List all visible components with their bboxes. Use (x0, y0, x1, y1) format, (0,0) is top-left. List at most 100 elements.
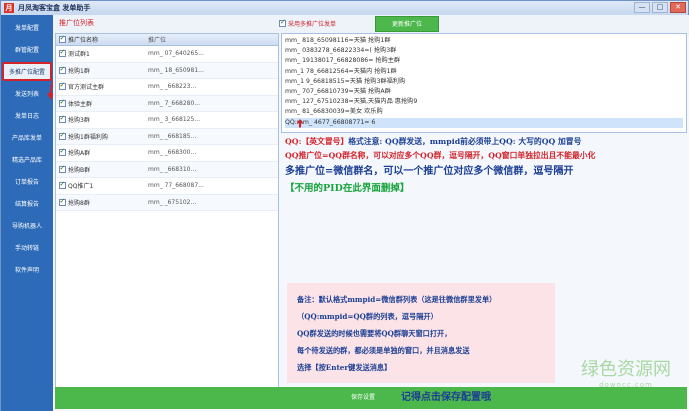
row-name: 抢购1群福利购 (68, 133, 108, 141)
title-bar: 月 月凤淘客宝盒 发单助手 — □ ✕ (1, 1, 688, 15)
remark-line: 备注：默认格式mmpid=微信群列表（这是往微信群里发单） (297, 295, 497, 304)
mapping-line: mm_ 0383278_66822334=( 抢购3群 (285, 47, 397, 55)
row-checkbox[interactable] (58, 98, 66, 107)
mapping-line: mm_ 127_67510238=天猫,天猫内品 惠抢购9 (285, 98, 418, 106)
row-checkbox[interactable] (58, 81, 66, 91)
sidebar-item-product-send[interactable]: 产品库发单 (1, 128, 53, 147)
instruction-delete-unused: 【不用的PID在此界面删掉】 (285, 183, 410, 194)
watermark: 绿色资源网 downcc.com (566, 359, 686, 389)
row-checkbox[interactable] (58, 180, 66, 190)
row-name: 体验主群 (68, 100, 93, 108)
remark-line: （QQ:mmpid=QQ群的列表，逗号隔开） (297, 312, 438, 321)
row-pid: mm_ _668223... (148, 83, 197, 91)
instruction-qq-rest: 格式注意: QQ群发送，mmpid前必须带上QQ: 大写的QQ 加冒号 (348, 137, 582, 146)
multi-pid-checkbox-group[interactable]: 采用多推广位发单 (279, 18, 337, 28)
column-header-pid[interactable]: 推广位 (148, 35, 276, 44)
minimize-button[interactable]: — (634, 2, 650, 13)
instructions-block: QQ:【英文冒号】格式注意: QQ群发送，mmpid前必须带上QQ: 大写的QQ… (285, 135, 687, 197)
row-checkbox[interactable] (58, 114, 66, 124)
sidebar-item-send-list[interactable]: 发送列表 (1, 84, 53, 103)
app-window: 月 月凤淘客宝盒 发单助手 — □ ✕ 发单配置 群管配置 多推广位配置 发送列… (0, 0, 689, 411)
sidebar-item-settlement-report[interactable]: 结算报告 (1, 194, 53, 213)
instruction-qq-prefix: QQ:【英文冒号】 (285, 137, 349, 146)
instruction-multi-pid: 多推广位=微信群名，可以一个推广位对应多个微信群，逗号隔开 (285, 166, 574, 177)
mapping-line: mm_ 818_65098116=天猫 抢购1群 (285, 37, 391, 44)
select-all-checkbox[interactable] (58, 34, 66, 43)
instruction-qq-pid: QQ推广位=QQ群名称，可以对应多个QQ群，逗号隔开，QQ窗口单独拉出且不能最小… (285, 151, 596, 160)
table-row[interactable]: 抢购B群 mm_ _668310... (56, 161, 278, 178)
mapping-line: mm_ 19138017_66828086= 抢购主群 (285, 57, 401, 65)
row-checkbox[interactable] (58, 48, 66, 58)
sidebar-item-order-report[interactable]: 订单报告 (1, 172, 53, 191)
row-checkbox[interactable] (58, 147, 66, 157)
row-name: QQ推广1 (68, 183, 94, 191)
window-title: 月凤淘客宝盒 发单助手 (18, 4, 91, 12)
sidebar-item-send-config[interactable]: 发单配置 (1, 18, 53, 37)
remark-line: 每个待发送的群，都必须是单独的窗口，并且消息发送 (297, 346, 470, 355)
sidebar: 发单配置 群管配置 多推广位配置 发送列表 发单日志 产品库发单 精选产品库 订… (1, 15, 53, 411)
table-row[interactable]: 抢购1群 mm_ 18_650981... (56, 62, 278, 79)
window-controls: — □ ✕ (634, 2, 686, 13)
sidebar-item-manual-convert[interactable]: 手动转链 (1, 238, 53, 257)
mapping-line: mm_ 81_66830039=美女 欢乐购 (285, 108, 383, 116)
mapping-line: QQ:mm_ 4677_66808771= 6 (285, 117, 683, 128)
watermark-en: downcc.com (599, 381, 653, 389)
row-pid: mm_ _668185... (148, 132, 197, 140)
red-up-arrow-icon (296, 119, 304, 128)
multi-pid-checkbox[interactable] (279, 18, 286, 27)
table-row[interactable]: 抢购3群 mm_ 3_668125... (56, 112, 278, 129)
row-checkbox[interactable] (58, 197, 66, 206)
pid-table: 推广位名称 推广位 测试群1 mm_ 07_640265... 抢购1群 mm_… (55, 33, 279, 391)
save-bar: 保存设置 记得点击保存配置哦 (55, 387, 687, 409)
sidebar-item-shopping-robot[interactable]: 导购机器人 (1, 216, 53, 235)
maximize-button[interactable]: □ (652, 2, 668, 13)
table-row[interactable]: 抢购8群 mm_ _675102... (56, 194, 278, 211)
app-logo-icon: 月 (4, 3, 14, 13)
row-pid: mm_ _668300... (148, 149, 197, 157)
watermark-cn: 绿色资源网 (581, 359, 671, 380)
row-checkbox[interactable] (58, 131, 66, 140)
remark-line: QQ群发送的时候也需要将QQ群聊天窗口打开， (297, 329, 452, 338)
table-row[interactable]: 官方测试主群 mm_ _668223... (56, 79, 278, 96)
group-mapping-textarea[interactable]: mm_ 818_65098116=天猫 抢购1群 mm_ 0383278_668… (281, 33, 687, 133)
row-checkbox[interactable] (58, 65, 66, 74)
sidebar-item-disclaimer[interactable]: 软件声明 (1, 260, 53, 279)
row-name: 抢购A群 (68, 150, 91, 158)
pid-list-title: 推广位列表 (59, 19, 94, 27)
update-pid-button[interactable]: 更新推广位 (375, 16, 439, 32)
save-settings-button[interactable]: 保存设置 (333, 390, 393, 406)
save-hint: 记得点击保存配置哦 (401, 392, 491, 403)
instruction-qq-format: QQ:【英文冒号】格式注意: QQ群发送，mmpid前必须带上QQ: 大写的QQ… (285, 135, 687, 149)
row-pid: mm_ 07_640265... (148, 50, 204, 58)
table-row[interactable]: QQ推广1 mm_ 77_668087... (56, 178, 278, 195)
table-header: 推广位名称 推广位 (56, 34, 278, 46)
sidebar-item-send-log[interactable]: 发单日志 (1, 106, 53, 125)
row-name: 官方测试主群 (68, 84, 105, 92)
row-pid: mm_ 3_668125... (148, 116, 201, 124)
row-checkbox[interactable] (58, 164, 66, 173)
table-row[interactable]: 抢购A群 mm_ _668300... (56, 145, 278, 162)
sidebar-item-multi-pid-config[interactable]: 多推广位配置 (2, 62, 52, 81)
column-header-name[interactable]: 推广位名称 (68, 35, 148, 44)
table-row[interactable]: 抢购1群福利购 mm_ _668185... (56, 128, 278, 145)
row-pid: mm_ _675102... (148, 198, 197, 206)
row-pid: mm_ _668310... (148, 165, 197, 173)
row-name: 测试群1 (68, 51, 90, 59)
row-name: 抢购3群 (68, 117, 90, 125)
mapping-line: mm_1 78_66812564=天猫内 抢购1群 (285, 67, 397, 75)
mapping-line: mm_ 707_66810739=天猫 抢购A群 (285, 87, 391, 95)
main-panel: 推广位列表 采用多推广位发单 更新推广位 推广位名称 推广位 测试群1 mm_ … (53, 15, 689, 411)
remark-line: 选择【按Enter键发送消息】 (297, 363, 392, 372)
table-row[interactable]: 测试群1 mm_ 07_640265... (56, 46, 278, 63)
table-row[interactable]: 体验主群 mm_ 7_668280... (56, 95, 278, 112)
sidebar-item-group-config[interactable]: 群管配置 (1, 40, 53, 59)
mapping-line: mm_1 9_66818515=天猫 抢购3群福利购 (285, 77, 406, 85)
row-pid: mm_ 7_668280... (148, 99, 201, 107)
row-name: 抢购B群 (68, 166, 91, 174)
row-pid: mm_ 77_668087... (148, 182, 204, 190)
sidebar-item-featured-products[interactable]: 精选产品库 (1, 150, 53, 169)
multi-pid-label: 采用多推广位发单 (288, 21, 337, 28)
row-name: 抢购8群 (68, 199, 90, 207)
remark-box: 备注：默认格式mmpid=微信群列表（这是往微信群里发单） （QQ:mmpid=… (287, 283, 555, 383)
close-button[interactable]: ✕ (670, 2, 686, 13)
